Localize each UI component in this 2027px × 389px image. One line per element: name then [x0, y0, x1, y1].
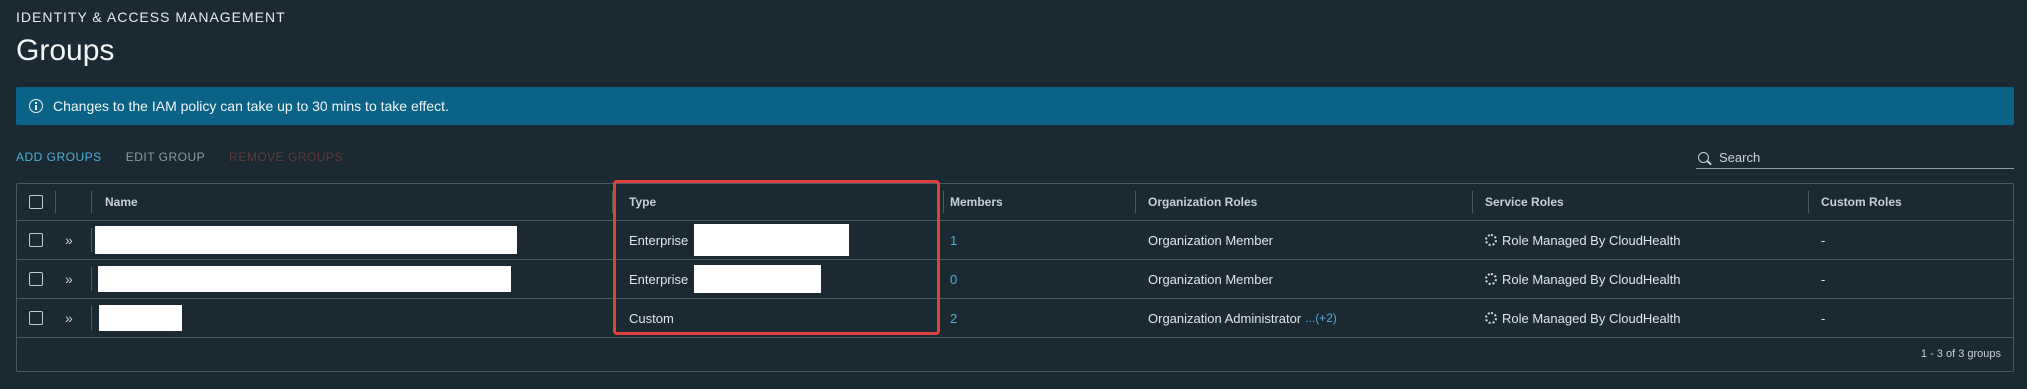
edit-group-button[interactable]: EDIT GROUP: [126, 150, 205, 164]
custom-role: -: [1821, 310, 1826, 326]
info-alert: Changes to the IAM policy can take up to…: [16, 87, 2014, 125]
custom-role: -: [1821, 232, 1826, 248]
service-role: Role Managed By CloudHealth: [1502, 310, 1681, 326]
expand-row-icon[interactable]: »: [65, 310, 73, 326]
gear-icon: [1485, 312, 1497, 324]
more-roles-link[interactable]: ...(+2): [1305, 311, 1337, 325]
alert-message: Changes to the IAM policy can take up to…: [53, 98, 449, 114]
service-role: Role Managed By CloudHealth: [1502, 271, 1681, 287]
column-header-custom-roles[interactable]: Custom Roles: [1821, 184, 1902, 220]
row-checkbox[interactable]: [29, 233, 43, 247]
table-row: » Custom 2 Organization Administrator...…: [17, 299, 2013, 338]
column-header-type[interactable]: Type: [629, 184, 656, 220]
table-row: » Enterprise 0 Organization Member Role …: [17, 260, 2013, 299]
column-header-members[interactable]: Members: [950, 184, 1003, 220]
custom-role: -: [1821, 271, 1826, 287]
organization-role: Organization Administrator: [1148, 310, 1302, 326]
members-count-link[interactable]: 2: [950, 311, 957, 326]
row-checkbox[interactable]: [29, 311, 43, 325]
gear-icon: [1485, 273, 1497, 285]
add-groups-button[interactable]: ADD GROUPS: [16, 150, 102, 164]
organization-role: Organization Member: [1148, 271, 1273, 287]
service-role: Role Managed By CloudHealth: [1502, 232, 1681, 248]
column-header-organization-roles[interactable]: Organization Roles: [1148, 184, 1257, 220]
members-count-link[interactable]: 1: [950, 233, 957, 248]
groups-datagrid: Name Type Members Organization Roles Ser…: [16, 183, 2014, 372]
search-icon: [1698, 152, 1709, 163]
expand-row-icon[interactable]: »: [65, 232, 73, 248]
type-detail-redacted: [694, 224, 850, 256]
info-icon: [29, 99, 43, 113]
page-title: Groups: [16, 34, 115, 67]
table-row: » Enterprise 1 Organization Member Role …: [17, 221, 2013, 260]
group-type: Enterprise: [629, 271, 689, 287]
expand-row-icon[interactable]: »: [65, 271, 73, 287]
members-count-link[interactable]: 0: [950, 272, 957, 287]
search-input[interactable]: [1717, 149, 2001, 166]
group-name-redacted[interactable]: [95, 226, 517, 254]
organization-role: Organization Member: [1148, 232, 1273, 248]
column-header-name[interactable]: Name: [105, 184, 138, 220]
type-detail-redacted: [694, 265, 822, 293]
page-eyebrow: IDENTITY & ACCESS MANAGEMENT: [16, 9, 286, 25]
group-name-redacted[interactable]: [99, 305, 182, 331]
row-checkbox[interactable]: [29, 272, 43, 286]
pagination-count: 1 - 3 of 3 groups: [1920, 348, 2001, 360]
group-type: Custom: [629, 310, 674, 326]
remove-groups-button[interactable]: REMOVE GROUPS: [229, 150, 343, 164]
toolbar: ADD GROUPS EDIT GROUP REMOVE GROUPS: [16, 150, 343, 164]
search-box: [1696, 147, 2014, 169]
group-type: Enterprise: [629, 232, 689, 248]
group-name-redacted[interactable]: [98, 266, 511, 292]
table-header-row: Name Type Members Organization Roles Ser…: [17, 184, 2013, 221]
gear-icon: [1485, 234, 1497, 246]
column-header-service-roles[interactable]: Service Roles: [1485, 184, 1564, 220]
select-all-checkbox[interactable]: [29, 195, 43, 209]
